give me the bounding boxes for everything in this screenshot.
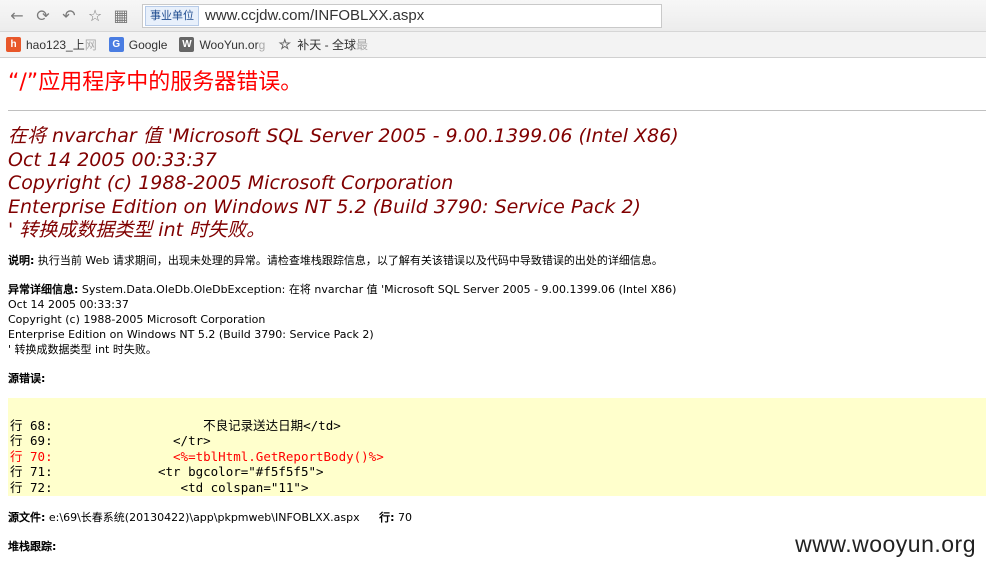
error-heading-line: Oct 14 2005 00:33:37 [8,148,217,171]
google-icon: G [108,37,124,52]
source-file: 源文件: e:\69\长春系统(20130422)\app\pkpmweb\IN… [8,510,986,525]
bookmark-label: Google [128,37,168,52]
exception-line: Enterprise Edition on Windows NT 5.2 (Bu… [8,327,374,341]
exception-line: System.Data.OleDb.OleDbException: 在将 nva… [78,282,677,296]
star-icon: ☆ [278,36,292,52]
bookmark-label: WooYun.or [199,37,259,52]
bookmark-label: 补天 - 全球 [297,38,356,52]
error-heading-line: Copyright (c) 1988-2005 Microsoft Corpor… [8,172,454,194]
bookmark-google[interactable]: G Google [108,37,168,52]
error-heading-line: Enterprise Edition on Windows NT 5.2 (Bu… [8,195,641,218]
grid-icon[interactable]: ▦ [110,5,132,27]
back-arrow-icon[interactable]: ← [6,5,28,27]
divider [8,110,986,111]
hao123-icon: h [6,37,21,52]
cert-badge[interactable]: 事业单位 [145,5,199,26]
exception-line: ' 转换成数据类型 int 时失败。 [8,342,157,356]
exception-details: 异常详细信息: System.Data.OleDb.OleDbException… [8,282,986,357]
error-heading-line: ' 转换成数据类型 int 时失败。 [8,219,266,241]
description-text: 执行当前 Web 请求期间，出现未处理的异常。请检查堆栈跟踪信息，以了解有关该错… [34,253,663,267]
url-text[interactable]: www.ccjdw.com/INFOBLXX.aspx [205,7,424,24]
bookmark-butian[interactable]: ☆ 补天 - 全球最 [277,36,368,53]
reload-icon[interactable]: ⟳ [32,5,54,27]
exception-line: Copyright (c) 1988-2005 Microsoft Corpor… [8,312,266,326]
address-bar[interactable]: 事业单位 www.ccjdw.com/INFOBLXX.aspx [142,3,662,28]
bookmark-label: hao123_上 [26,38,85,52]
code-line: 行 71: <tr bgcolor="#f5f5f5"> [10,464,324,479]
bookmark-wooyun[interactable]: W WooYun.or g [179,37,265,52]
code-line-highlighted: 行 70: <%=tblHtml.GetReportBody()%> [10,448,384,464]
source-file-label: 源文件: [8,510,46,524]
source-error-label: 源错误: [8,371,46,385]
code-line: 行 72: <td colspan="11"> [10,479,309,495]
undo-icon[interactable]: ↶ [58,5,80,27]
code-line: 行 69: </tr> [10,433,211,448]
source-code-box: 行 68: 不良记录送达日期</td> 行 69: </tr> 行 70: <%… [8,397,986,496]
description-label: 说明: [8,253,35,267]
page-title: “/”应用程序中的服务器错误。 [8,70,303,95]
bookmark-label-fade: g [258,37,266,52]
line-number: 70 [394,510,413,524]
code-line: 行 68: 不良记录送达日期</td> [10,417,341,433]
bookmark-label-fade: 网 [84,38,97,52]
source-file-path: e:\69\长春系统(20130422)\app\pkpmweb\INFOBLX… [45,510,360,524]
bookmark-hao123[interactable]: h hao123_上网 [6,36,97,53]
description: 说明: 执行当前 Web 请求期间，出现未处理的异常。请检查堆栈跟踪信息，以了解… [8,253,986,268]
line-label: 行: [379,510,395,524]
browser-toolbar: ← ⟳ ↶ ☆ ▦ 事业单位 www.ccjdw.com/INFOBLXX.as… [0,0,986,32]
bookmark-label-fade: 最 [355,38,368,52]
page-content: “/”应用程序中的服务器错误。 在将 nvarchar 值 'Microsoft… [0,68,986,554]
exception-label: 异常详细信息: [8,282,79,296]
exception-line: Oct 14 2005 00:33:37 [8,297,129,311]
wooyun-icon: W [179,37,195,52]
error-heading: 在将 nvarchar 值 'Microsoft SQL Server 2005… [8,125,986,243]
bookmarks-bar: h hao123_上网 G Google W WooYun.or g ☆ 补天 -… [0,32,986,58]
error-heading-line: 在将 nvarchar 值 'Microsoft SQL Server 2005… [8,125,679,147]
star-icon[interactable]: ☆ [84,5,106,27]
watermark: www.wooyun.org [795,531,976,557]
